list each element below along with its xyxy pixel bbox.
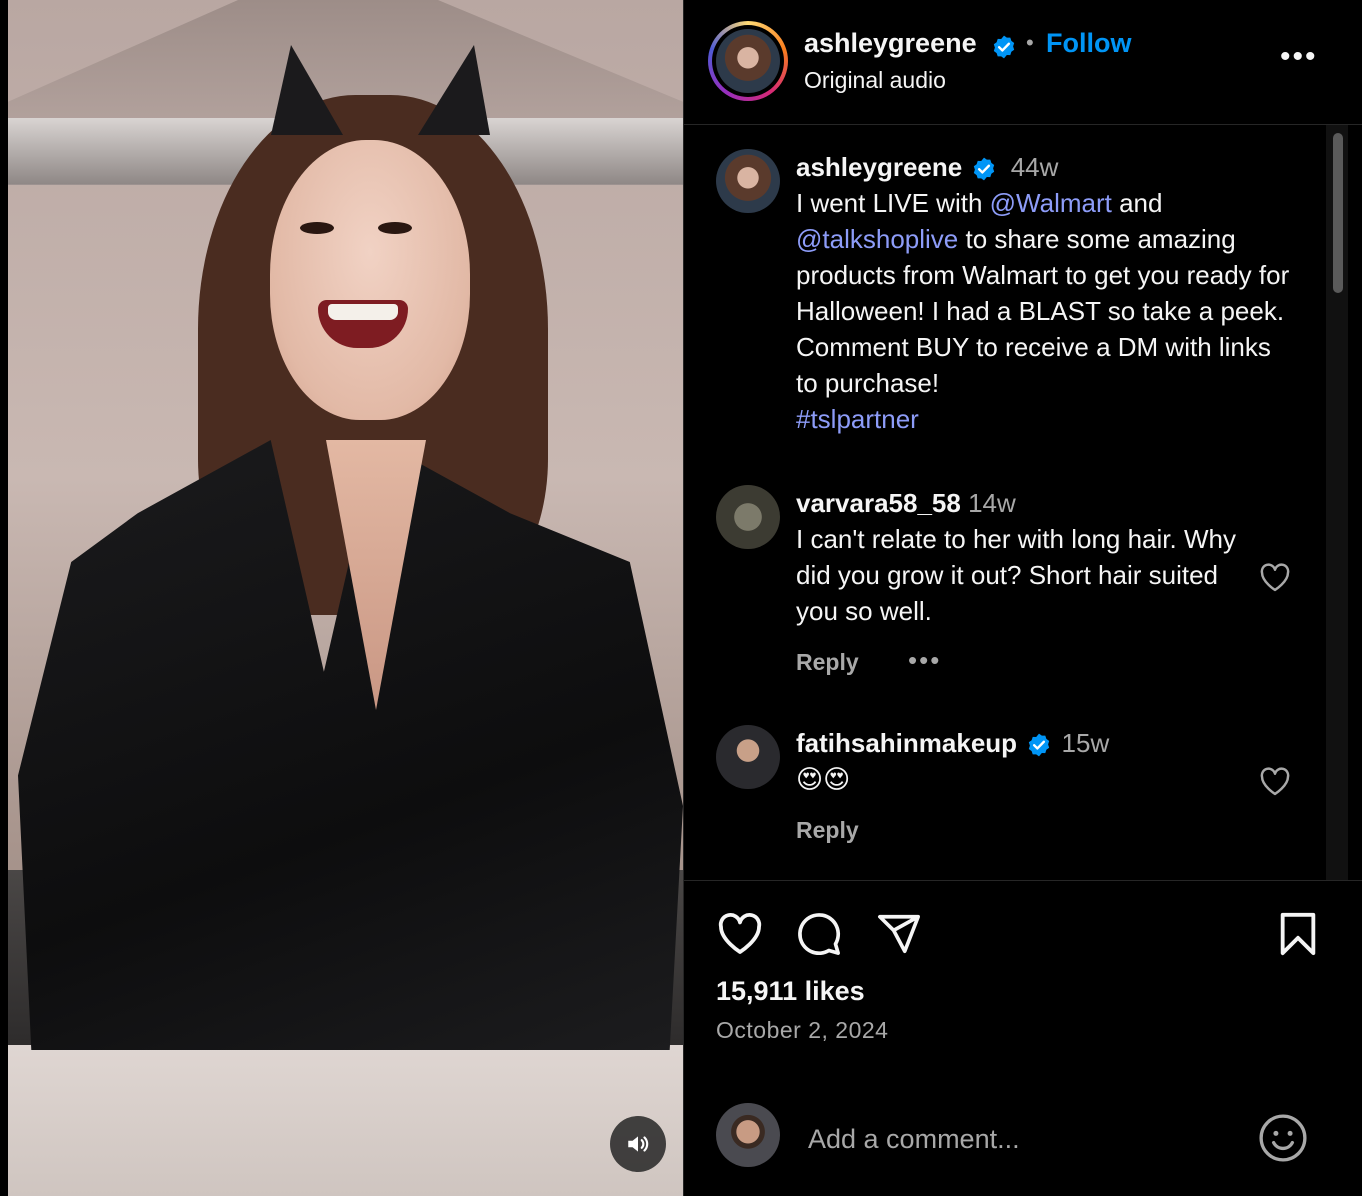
person-eye-right (378, 222, 412, 234)
comment-bubble-icon[interactable] (796, 911, 842, 957)
add-comment-input[interactable] (806, 1118, 1230, 1160)
audio-label[interactable]: Original audio (804, 67, 946, 94)
person-teeth (328, 304, 398, 320)
reel-video[interactable] (8, 0, 683, 1196)
comment-timestamp[interactable]: 15w (1062, 728, 1110, 758)
reply-button[interactable]: Reply (796, 649, 859, 676)
mute-toggle-button[interactable] (610, 1116, 666, 1172)
post-header: ashleygreene • Follow Original audio ••• (684, 0, 1362, 125)
current-user-avatar (716, 1103, 780, 1167)
comments-scrollbar[interactable] (1326, 125, 1348, 880)
author-avatar[interactable] (716, 29, 780, 93)
caption-part: and (1111, 188, 1163, 218)
speaker-icon (628, 1136, 649, 1152)
more-options-button[interactable]: ••• (1280, 40, 1318, 74)
author-avatar[interactable] (716, 149, 780, 213)
comment-body: 😍😍 (796, 764, 851, 794)
comment-timestamp[interactable]: 14w (968, 488, 1016, 518)
mention-link[interactable]: @talkshoplive (796, 224, 958, 254)
comment-text: varvara58_58 14w I can't relate to her w… (796, 485, 1236, 629)
heart-icon[interactable] (1258, 766, 1292, 796)
verified-badge-icon (1029, 733, 1050, 757)
comments-list[interactable]: ashleygreene 44w I went LIVE with @Walma… (684, 125, 1324, 880)
reply-button[interactable]: Reply (796, 817, 859, 844)
bookmark-icon[interactable] (1278, 911, 1318, 957)
comment-text: fatihsahinmakeup 15w 😍😍 (796, 725, 1296, 797)
comment-timestamp[interactable]: 44w (1011, 152, 1059, 182)
heart-icon[interactable] (716, 911, 764, 955)
separator-dot: • (1026, 30, 1034, 55)
hashtag-link[interactable]: #tslpartner (796, 404, 919, 434)
post-date[interactable]: October 2, 2024 (716, 1017, 888, 1044)
scrollbar-thumb[interactable] (1333, 133, 1343, 293)
verified-badge-icon (993, 35, 1015, 59)
smiley-icon[interactable] (1258, 1113, 1308, 1163)
commenter-avatar[interactable] (716, 725, 780, 789)
caption-part: I went LIVE with (796, 188, 990, 218)
comment-more-button[interactable]: ••• (908, 645, 941, 676)
follow-button[interactable]: Follow (1046, 28, 1131, 59)
kitchen-counter (8, 1045, 683, 1196)
comment-username[interactable]: fatihsahinmakeup (796, 728, 1017, 758)
author-username[interactable]: ashleygreene (804, 28, 977, 59)
paper-plane-icon[interactable] (876, 911, 922, 957)
person-eye-left (300, 222, 334, 234)
comment-username[interactable]: ashleygreene (796, 152, 962, 182)
story-ring[interactable] (708, 21, 788, 101)
mention-link[interactable]: @Walmart (990, 188, 1112, 218)
caption-text: ashleygreene 44w I went LIVE with @Walma… (796, 149, 1296, 437)
likes-count[interactable]: 15,911 likes (716, 976, 865, 1007)
heart-icon[interactable] (1258, 562, 1292, 592)
verified-badge-icon (974, 157, 995, 181)
comment-body: I can't relate to her with long hair. Wh… (796, 524, 1236, 626)
post-actions: 15,911 likes October 2, 2024 (684, 881, 1362, 1196)
comment-username[interactable]: varvara58_58 (796, 488, 961, 518)
person-face (270, 140, 470, 420)
commenter-avatar[interactable] (716, 485, 780, 549)
